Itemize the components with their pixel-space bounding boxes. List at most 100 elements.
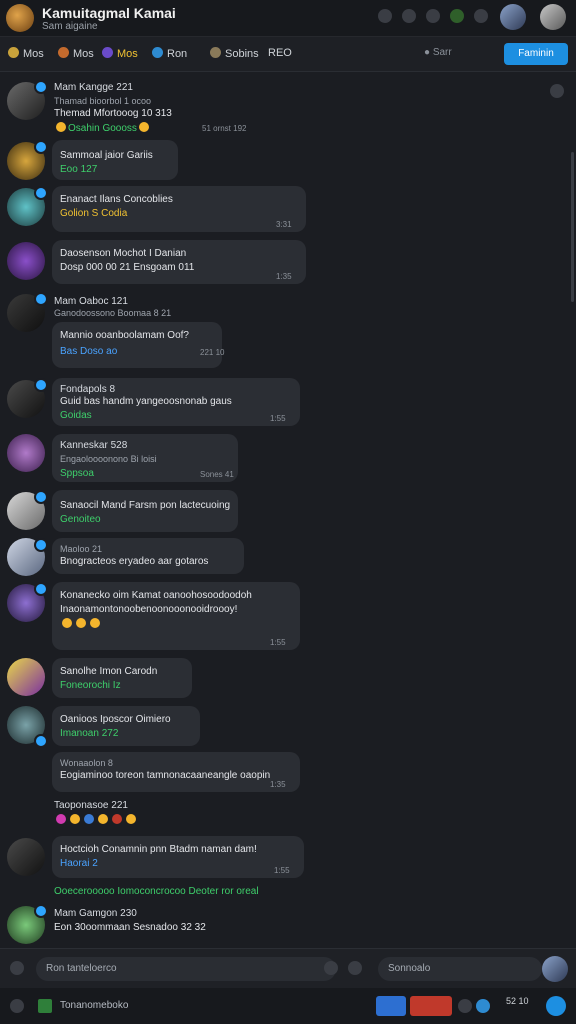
message-subtext: Dosp 000 00 21 Ensgoam 011 <box>60 262 195 273</box>
timestamp: Sones 41 <box>200 470 234 479</box>
timestamp: 1:55 <box>270 638 286 647</box>
reaction-row <box>54 814 138 826</box>
chat-icon[interactable] <box>402 9 416 23</box>
verified-icon <box>34 904 48 918</box>
reaction-row: Osahin Goooss <box>54 122 151 134</box>
camera-icon[interactable] <box>378 9 392 23</box>
message-meta: Ganodoossono Boomaa 8 21 <box>54 308 172 318</box>
avatar[interactable] <box>7 434 45 472</box>
settings-icon[interactable] <box>10 999 24 1013</box>
emoji-icon <box>70 814 80 824</box>
message-subtext: Bas Doso ao <box>60 346 118 357</box>
message-input[interactable]: Ron tanteloerco <box>36 957 336 981</box>
author-name[interactable]: Mam Oaboc 121 <box>54 296 128 307</box>
author-name[interactable]: Wonaaolon 8 <box>60 758 113 768</box>
shield-icon[interactable] <box>458 999 472 1013</box>
profile-avatar[interactable] <box>540 4 566 30</box>
user-avatar[interactable] <box>500 4 526 30</box>
author-name[interactable]: Kanneskar 528 <box>60 440 127 451</box>
message-bubble[interactable] <box>52 836 304 878</box>
message-subtext: Goidas <box>60 410 92 421</box>
status-icon[interactable] <box>450 9 464 23</box>
message-text: Eogiaminoo toreon tamnonacaaneangle oaop… <box>60 770 271 781</box>
close-icon[interactable] <box>550 84 564 98</box>
message-text: Sammoal jaior Gariis <box>60 150 153 161</box>
shield-icon[interactable] <box>426 9 440 23</box>
message-text: Hoctcioh Conamnin pnn Btadm naman dam! <box>60 844 257 855</box>
count-text: 52 10 <box>506 996 529 1006</box>
window-subtitle: Sam aigaine <box>42 21 98 32</box>
tab-bar: Mos Mos Mos Ron Sobins REO ● Sarr <box>0 37 576 72</box>
message-bubble[interactable] <box>52 706 200 746</box>
user-avatar[interactable] <box>542 956 568 982</box>
message-text: Konanecko oim Kamat oanoohosoodoodoh <box>60 590 252 601</box>
tab-5[interactable]: Sobins <box>210 47 259 60</box>
message-bubble[interactable] <box>52 658 192 698</box>
attach-icon[interactable] <box>10 961 24 975</box>
search-toggle[interactable]: ● Sarr <box>424 47 452 58</box>
tab-icon <box>152 47 163 58</box>
message-text: Oanioos Iposcor Oimiero <box>60 714 171 725</box>
emoji-icon <box>90 618 100 628</box>
tab-6[interactable]: REO <box>268 47 292 59</box>
emoji-icon <box>84 814 94 824</box>
message-subtext: Imanoan 272 <box>60 728 119 739</box>
timestamp: 1:55 <box>274 866 290 875</box>
globe-icon[interactable] <box>476 999 490 1013</box>
status-text: Tonanomeboko <box>60 1000 129 1011</box>
verified-icon <box>34 140 48 154</box>
message-feed[interactable]: Mam Kangge 221 Thamad bioorbol 1 ocoo Th… <box>0 72 576 948</box>
author-name[interactable]: Maoloo 21 <box>60 544 102 554</box>
emoji-icon <box>112 814 122 824</box>
emoji-icon <box>126 814 136 824</box>
image-icon[interactable] <box>348 961 362 975</box>
message-subtext: Foneorochi Iz <box>60 680 121 691</box>
message-text: Inaonamontonoobenoonooonooidroooy! <box>60 604 238 615</box>
timestamp: 1:35 <box>270 780 286 789</box>
tab-1[interactable]: Mos <box>8 47 44 60</box>
verified-icon <box>34 378 48 392</box>
verified-icon <box>34 734 48 748</box>
message-text: Mannio ooanboolamam Oof? <box>60 330 189 341</box>
avatar[interactable] <box>7 242 45 280</box>
message-bubble[interactable] <box>52 490 238 532</box>
emoji-icon <box>138 122 149 132</box>
app-icon[interactable] <box>38 999 52 1013</box>
red-button[interactable] <box>410 996 452 1016</box>
tab-icon <box>210 47 221 58</box>
message-bubble[interactable] <box>52 322 222 368</box>
author-name[interactable]: Mam Kangge 221 <box>54 82 133 93</box>
scrollbar[interactable] <box>571 152 574 302</box>
timestamp: 221 10 <box>200 348 225 357</box>
author-name[interactable]: Taoponasoe 221 <box>54 800 128 811</box>
primary-button[interactable]: Faminin <box>504 43 568 65</box>
tab-2[interactable]: Mos <box>58 47 94 60</box>
action-icon[interactable] <box>546 996 566 1016</box>
avatar[interactable] <box>7 838 45 876</box>
message-subtext: Haorai 2 <box>60 858 98 869</box>
blue-button[interactable] <box>376 996 406 1016</box>
composer-bar: Ron tanteloerco Sonnoalo <box>0 948 576 989</box>
message-text: Sanolhe Imon Carodn <box>60 666 158 677</box>
message-subtext: Genoiteo <box>60 514 101 525</box>
author-name[interactable]: Mam Gamgon 230 <box>54 908 137 919</box>
tab-4[interactable]: Ron <box>152 47 187 60</box>
emoji-icon <box>62 618 72 628</box>
emoji-icon <box>56 814 66 824</box>
app-logo <box>6 4 34 32</box>
message-text: Enanact Ilans Concoblies <box>60 194 173 205</box>
link-icon[interactable] <box>474 9 488 23</box>
timestamp: 1:35 <box>276 272 292 281</box>
window-title: Kamuitagmal Kamai <box>42 5 176 21</box>
timestamp: 51 ornst 192 <box>202 124 247 133</box>
search-input[interactable]: Sonnoalo <box>378 957 542 981</box>
message-subtext: Eoo 127 <box>60 164 98 175</box>
author-name[interactable]: Fondapols 8 <box>60 384 115 395</box>
search-icon[interactable] <box>324 961 338 975</box>
verified-icon <box>34 80 48 94</box>
verified-icon <box>34 538 48 552</box>
verified-icon <box>34 582 48 596</box>
tab-3[interactable]: Mos <box>102 47 138 60</box>
emoji-icon <box>98 814 108 824</box>
avatar[interactable] <box>7 658 45 696</box>
